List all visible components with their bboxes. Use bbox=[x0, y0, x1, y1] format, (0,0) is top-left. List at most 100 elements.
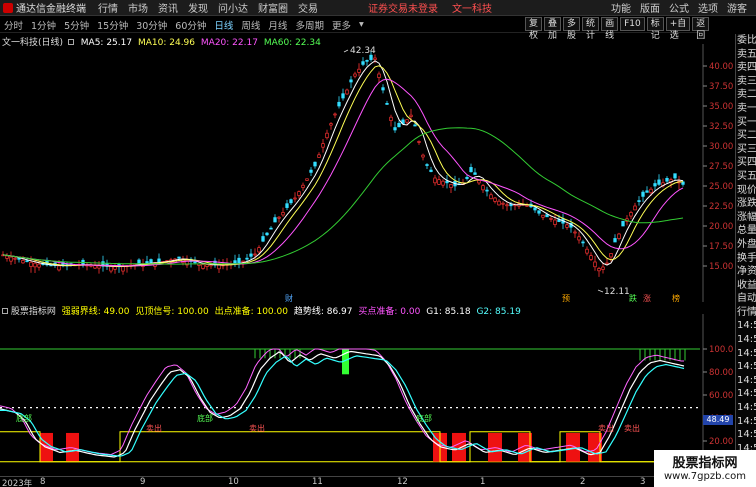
candle-body bbox=[353, 73, 357, 77]
candle-body bbox=[597, 268, 601, 272]
indicator-chart[interactable]: 100.080.0060.0040.0020.00 bbox=[0, 314, 735, 474]
price-tick-label: 20.00 bbox=[709, 222, 733, 232]
menu-item-formula[interactable]: 公式 bbox=[669, 0, 689, 15]
menu-bar: 通达信金融终端 行情 市场 资讯 发现 问小达 财富圈 交易 证券交易未登录 文… bbox=[0, 0, 756, 16]
app-logo-icon bbox=[3, 2, 13, 13]
candle-body bbox=[409, 114, 413, 117]
candle-body bbox=[301, 184, 305, 188]
signal-label: 底部 bbox=[16, 414, 32, 423]
candle-body bbox=[489, 194, 493, 200]
quote-panel-item: 换手 bbox=[737, 252, 756, 264]
candle-body bbox=[473, 172, 477, 175]
candle-body bbox=[637, 200, 641, 202]
candle-body bbox=[533, 207, 537, 211]
menu-item-news[interactable]: 资讯 bbox=[158, 0, 178, 15]
draw-line-button[interactable]: 画线 bbox=[601, 17, 619, 41]
candle-body bbox=[21, 259, 25, 264]
level-value-badge: 48.49 bbox=[703, 415, 733, 425]
site-watermark: 股票指标网 www.7gpzb.com bbox=[654, 450, 756, 487]
signal-label: 卖出 bbox=[146, 424, 162, 433]
period-15min[interactable]: 15分钟 bbox=[97, 18, 128, 32]
candle-body bbox=[285, 203, 289, 208]
login-status[interactable]: 证券交易未登录 bbox=[368, 0, 438, 15]
candle-body bbox=[5, 255, 9, 259]
multi-stock-button[interactable]: 多股 bbox=[563, 17, 581, 41]
mark-button[interactable]: 标记 bbox=[646, 17, 664, 41]
add-favorite-button[interactable]: +自选 bbox=[665, 17, 691, 41]
candle-body bbox=[217, 264, 221, 270]
event-marker-finance[interactable]: 财 bbox=[285, 293, 293, 304]
candle-body bbox=[593, 261, 597, 268]
period-1min[interactable]: 1分钟 bbox=[31, 18, 56, 32]
candle-body bbox=[233, 260, 237, 264]
candle-body bbox=[641, 191, 645, 197]
period-monthly[interactable]: 月线 bbox=[268, 18, 287, 32]
candle-body bbox=[337, 101, 341, 107]
candle-body bbox=[553, 219, 557, 225]
menu-item-trade[interactable]: 交易 bbox=[298, 0, 318, 15]
watermark-url: www.7gpzb.com bbox=[664, 471, 746, 482]
back-button[interactable]: 返回 bbox=[692, 17, 710, 41]
candle-body bbox=[253, 253, 257, 256]
quote-side-panel[interactable]: 委比 卖五 卖四 卖三 卖二 卖一 买一 买二 买三 买四 买五 现价 涨跌 涨幅 总量 外盘 换手 净资 收益 自动… bbox=[735, 34, 756, 487]
restore-rights-button[interactable]: 复权 bbox=[525, 17, 543, 41]
quote-panel-item: 现价 bbox=[737, 184, 756, 196]
price-tick-label: 27.50 bbox=[709, 162, 733, 172]
event-marker-rise[interactable]: 涨 bbox=[643, 293, 651, 304]
menu-item-function[interactable]: 功能 bbox=[611, 0, 631, 15]
price-tick-label: 35.00 bbox=[709, 102, 733, 112]
overlay-button[interactable]: 叠加 bbox=[544, 17, 562, 41]
candle-body bbox=[629, 212, 633, 217]
period-5min[interactable]: 5分钟 bbox=[64, 18, 89, 32]
period-daily[interactable]: 日线 bbox=[214, 18, 233, 32]
user-label[interactable]: 游客 bbox=[727, 0, 747, 15]
candle-body bbox=[305, 178, 309, 181]
high-price-label: 42.34 bbox=[350, 46, 376, 56]
period-timeshare[interactable]: 分时 bbox=[4, 18, 23, 32]
period-30min[interactable]: 30分钟 bbox=[136, 18, 167, 32]
indicator-tick-label: 80.00 bbox=[709, 368, 733, 378]
candle-body bbox=[29, 261, 33, 267]
menu-item-ask[interactable]: 问小达 bbox=[218, 0, 248, 15]
candle-body bbox=[317, 154, 321, 158]
event-marker-rank[interactable]: 榜 bbox=[672, 293, 680, 304]
chevron-down-icon[interactable]: ▾ bbox=[359, 19, 364, 30]
menu-item-wealth[interactable]: 财富圈 bbox=[258, 0, 288, 15]
signal-label: 底部 bbox=[416, 414, 432, 423]
candle-body bbox=[589, 255, 593, 260]
menu-item-quotes[interactable]: 行情 bbox=[98, 0, 118, 15]
period-weekly[interactable]: 周线 bbox=[241, 18, 260, 32]
candle-body bbox=[345, 89, 349, 95]
period-60min[interactable]: 60分钟 bbox=[175, 18, 206, 32]
x-axis-label: 11 bbox=[312, 477, 323, 487]
f10-button[interactable]: F10 bbox=[620, 17, 645, 31]
candle-body bbox=[25, 260, 29, 263]
statistics-button[interactable]: 统计 bbox=[582, 17, 600, 41]
ma20-line bbox=[2, 78, 684, 267]
x-axis-label: 10 bbox=[228, 477, 239, 487]
candle-body bbox=[417, 141, 421, 143]
candle-body bbox=[525, 204, 529, 207]
menu-item-options[interactable]: 选项 bbox=[698, 0, 718, 15]
event-marker-fall[interactable]: 跌 bbox=[629, 293, 637, 304]
period-more[interactable]: 更多 bbox=[332, 18, 351, 32]
candle-body bbox=[269, 227, 273, 230]
candle-body bbox=[357, 68, 361, 73]
event-marker-forecast[interactable]: 预 bbox=[562, 293, 570, 304]
menu-item-discover[interactable]: 发现 bbox=[188, 0, 208, 15]
menu-item-layout[interactable]: 版面 bbox=[640, 0, 660, 15]
candle-body bbox=[649, 188, 653, 194]
x-axis-label: 9 bbox=[140, 477, 146, 487]
menu-item-market[interactable]: 市场 bbox=[128, 0, 148, 15]
price-tick-label: 30.00 bbox=[709, 142, 733, 152]
candle-body bbox=[537, 210, 541, 214]
candle-body bbox=[481, 185, 485, 191]
stock-link[interactable]: 文一科技 bbox=[452, 0, 492, 15]
period-multi[interactable]: 多周期 bbox=[295, 18, 324, 32]
candle-body bbox=[321, 143, 325, 148]
candlestick-chart[interactable]: 40.00 37.50 35.00 32.50 30.00 27.50 25.00 22.50… bbox=[0, 44, 735, 302]
price-tick-label: 15.00 bbox=[709, 262, 733, 272]
candle-body bbox=[93, 265, 97, 269]
candle-body bbox=[309, 169, 313, 173]
signal-label: 卖出 bbox=[249, 424, 265, 433]
